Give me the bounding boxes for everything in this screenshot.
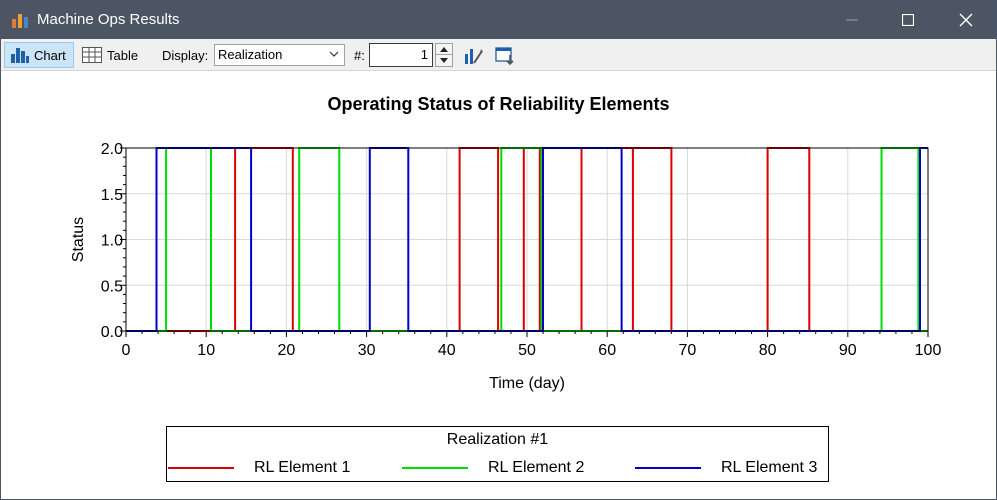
spin-up-button[interactable]: [436, 44, 452, 55]
export-window-icon[interactable]: [495, 46, 515, 66]
x-tick-label: 50: [518, 342, 536, 359]
arrow-up-icon: [440, 46, 448, 52]
close-button[interactable]: [943, 1, 989, 39]
x-tick-label: 60: [598, 342, 616, 359]
status-line-chart: 0 10 20 30 40 50 60 70 80 90 100 0.0 0.5 1.0 1.5 2.0 Ti…: [70, 141, 942, 392]
chart-view-label: Chart: [34, 47, 66, 63]
arrow-down-icon: [440, 58, 448, 63]
y-tick-label: 0.0: [101, 324, 123, 341]
x-tick-label: 70: [679, 342, 697, 359]
chevron-down-icon: [329, 51, 339, 57]
y-tick-label: 2.0: [101, 141, 123, 158]
chart-grid: [125, 147, 929, 332]
legend-swatch-2: [402, 467, 468, 469]
y-tick-label: 1.0: [101, 233, 123, 250]
table-view-label: Table: [107, 47, 139, 63]
display-select-value: Realization: [218, 47, 283, 62]
table-icon: [82, 47, 102, 63]
x-tick-label: 0: [122, 342, 131, 359]
maximize-button[interactable]: [885, 1, 931, 39]
realization-number-label: #:: [354, 48, 365, 63]
maximize-icon: [902, 14, 914, 26]
spin-down-button[interactable]: [436, 55, 452, 66]
x-tick-label: 20: [278, 342, 296, 359]
x-tick-label: 80: [759, 342, 777, 359]
legend-swatch-1: [168, 467, 234, 469]
chart-legend: Realization #1 RL Element 1 RL Element 2…: [166, 426, 829, 482]
legend-label-3: RL Element 3: [721, 459, 818, 476]
minimize-icon: [846, 19, 858, 21]
chart-axes: 0 10 20 30 40 50 60 70 80 90 100 0.0 0.5 1.0 1.5 2.0: [101, 141, 942, 359]
x-tick-label: 30: [358, 342, 376, 359]
legend-label-2: RL Element 2: [488, 459, 585, 476]
realization-number-input[interactable]: 1: [369, 43, 433, 67]
x-axis-label: Time (day): [489, 375, 565, 392]
chart-view-button[interactable]: Chart: [4, 42, 74, 68]
window-title: Machine Ops Results: [37, 11, 180, 28]
display-label: Display:: [162, 48, 209, 63]
y-axis-label: Status: [70, 217, 87, 262]
legend-title: Realization #1: [446, 431, 549, 448]
chart-properties-icon[interactable]: [464, 46, 484, 66]
legend-swatch-3: [635, 467, 701, 469]
y-tick-label: 1.5: [101, 187, 123, 204]
app-chart-icon: [12, 14, 28, 28]
title-bar[interactable]: Machine Ops Results: [1, 1, 996, 39]
x-tick-label: 40: [438, 342, 456, 359]
results-window: Machine Ops Results Chart Table Display:…: [0, 0, 997, 500]
toolbar: Chart Table Display: Realization #: 1: [1, 39, 996, 71]
realization-spinner[interactable]: [435, 43, 453, 67]
table-view-button[interactable]: Table: [79, 42, 149, 68]
display-select[interactable]: Realization: [214, 44, 345, 66]
y-tick-label: 0.5: [101, 278, 123, 295]
close-icon: [959, 13, 973, 27]
x-tick-label: 100: [915, 342, 942, 359]
minimize-button[interactable]: [829, 1, 875, 39]
x-tick-label: 90: [839, 342, 857, 359]
x-tick-label: 10: [197, 342, 215, 359]
bar-chart-icon: [11, 48, 29, 63]
legend-label-1: RL Element 1: [254, 459, 351, 476]
